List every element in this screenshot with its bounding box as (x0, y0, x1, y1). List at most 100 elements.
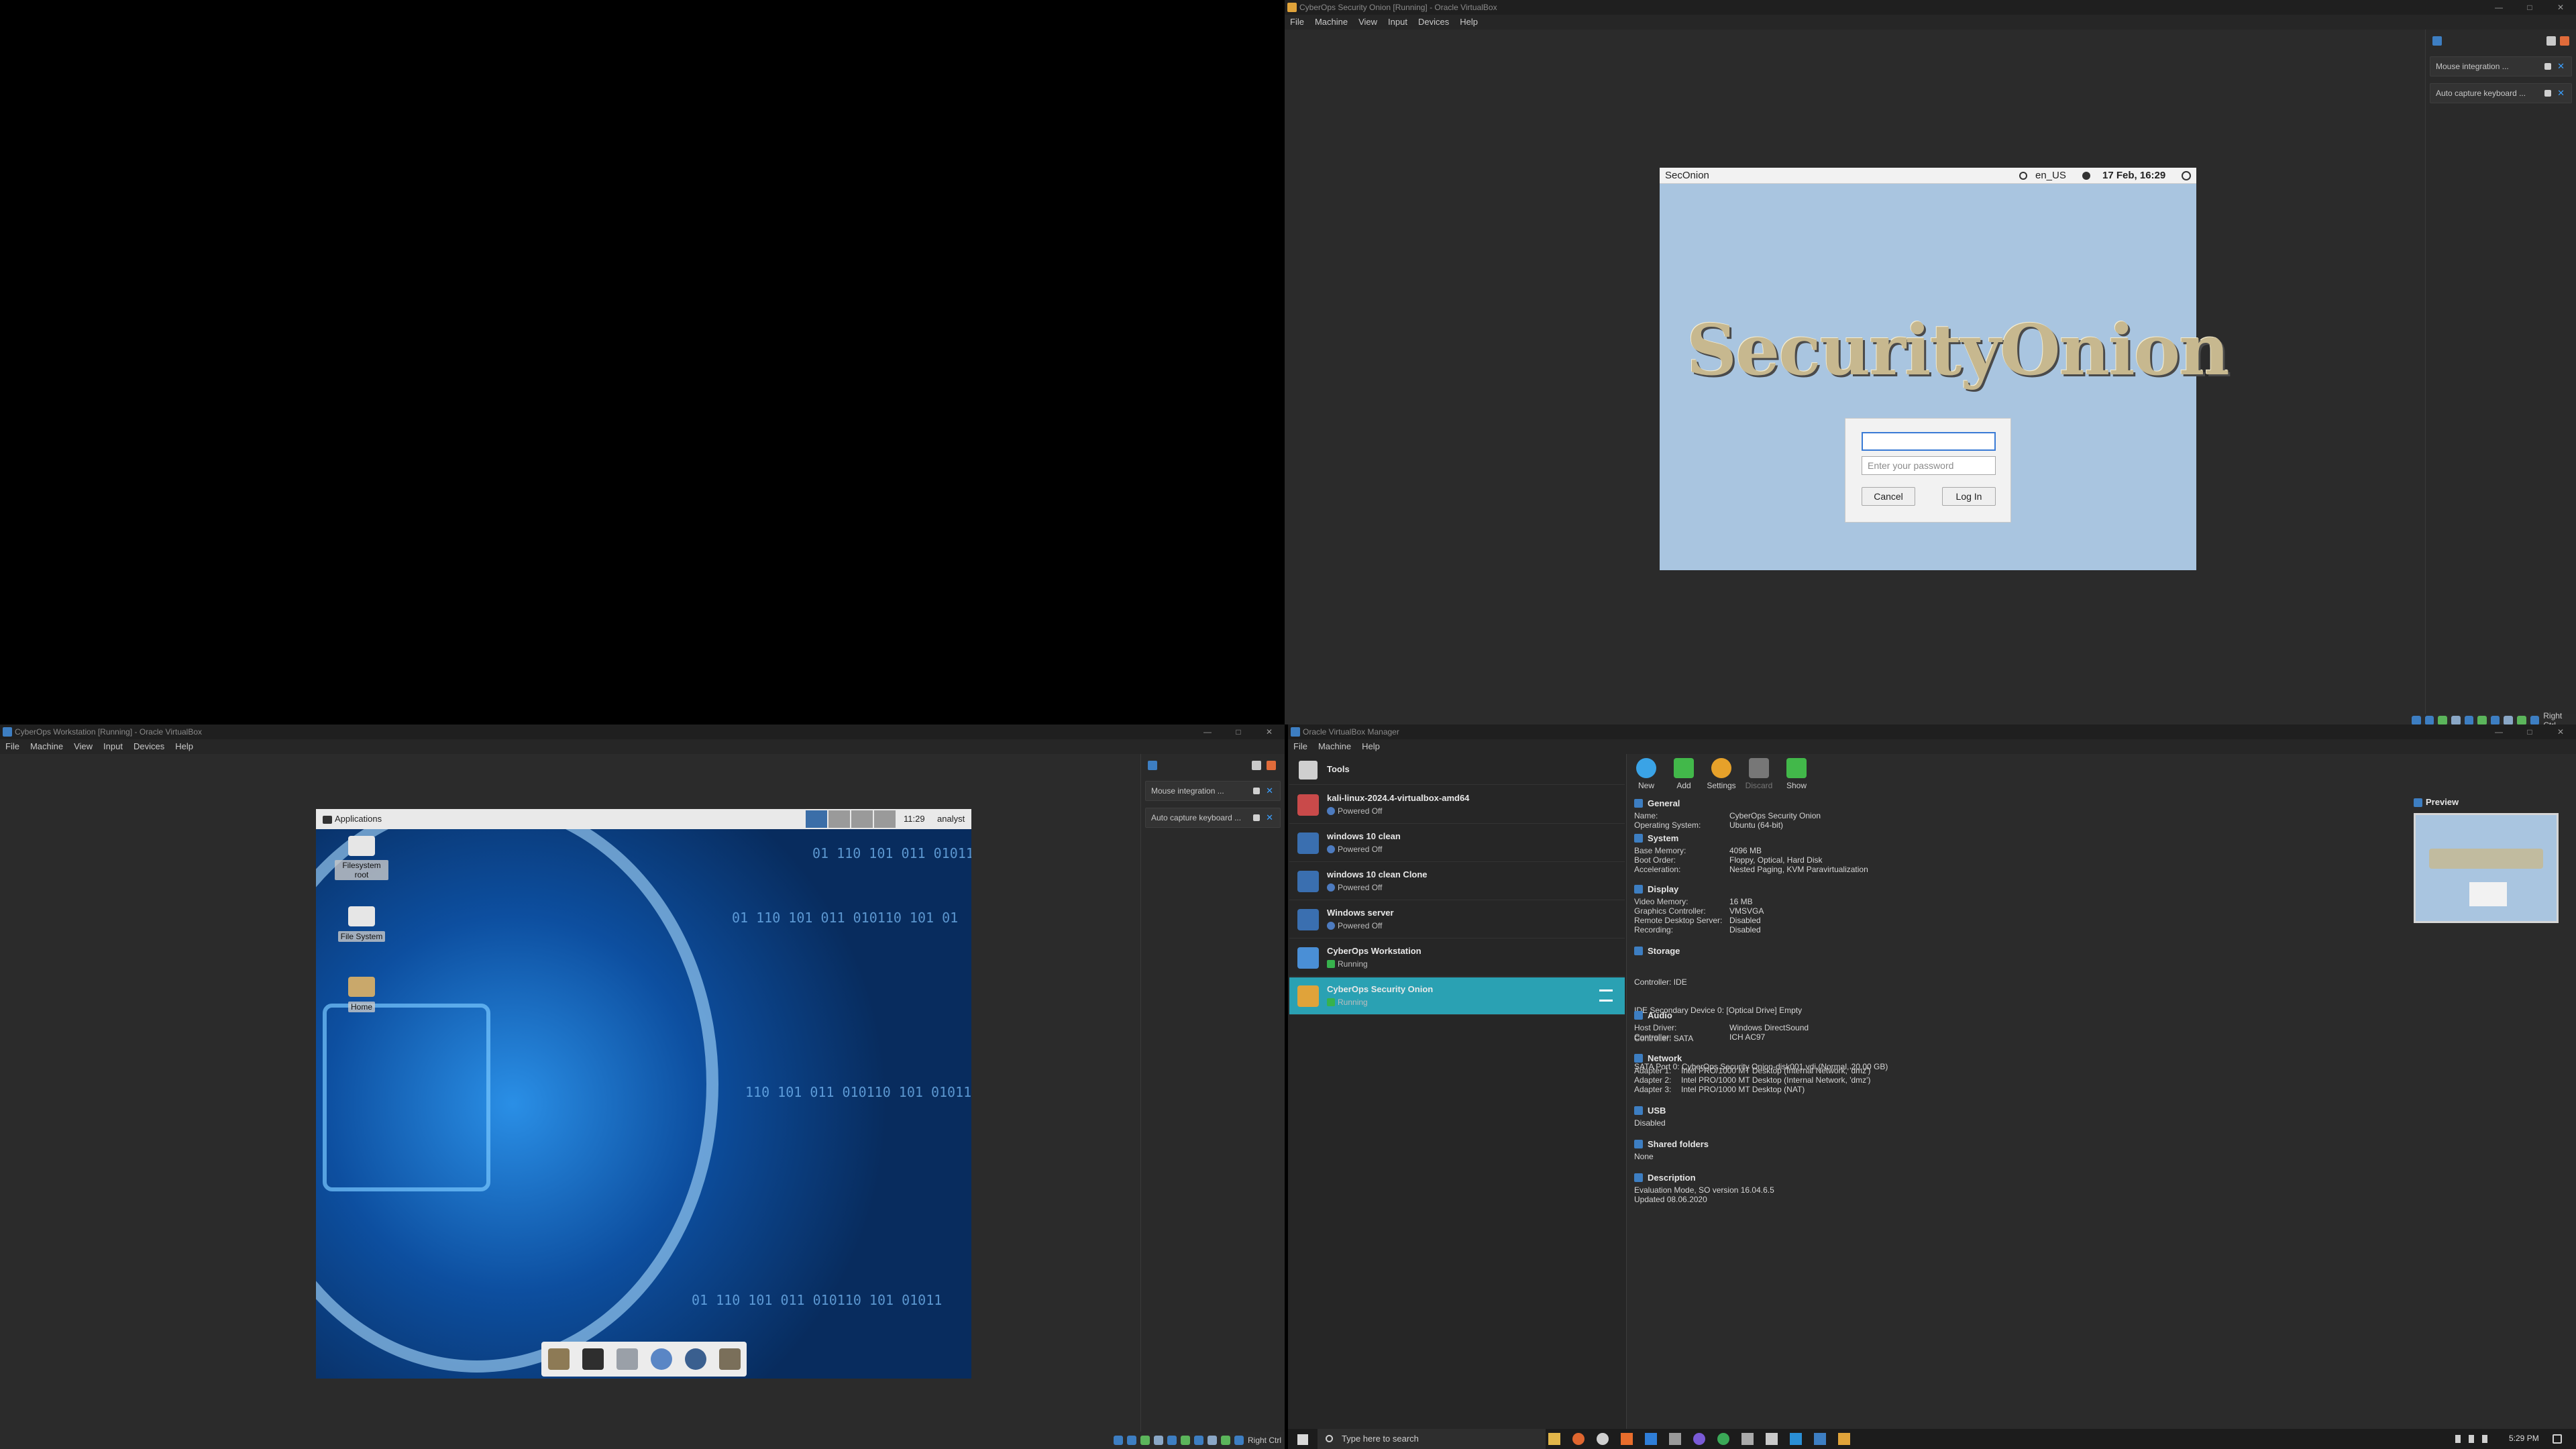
search-box[interactable]: Type here to search (1318, 1429, 1546, 1449)
start-windows-icon[interactable] (1297, 1434, 1308, 1445)
storage-header[interactable]: Storage (1634, 946, 1888, 956)
discard-button[interactable]: Discard (1741, 754, 1776, 797)
new-button[interactable]: New (1629, 754, 1664, 797)
optical-drive-icon[interactable] (1127, 1436, 1136, 1445)
vm-item-cyberops-workstation[interactable]: CyberOps Workstation Running (1289, 939, 1625, 977)
display-header[interactable]: Display (1634, 884, 1764, 894)
panel-settings-icon[interactable] (1267, 761, 1276, 770)
pin-icon[interactable] (1253, 814, 1260, 821)
close-icon[interactable]: ✕ (2557, 61, 2565, 72)
tools-item[interactable]: Tools (1289, 754, 1625, 785)
desktop-icon-file-system[interactable]: File System (335, 906, 388, 943)
vm-item-windows-10-clean[interactable]: windows 10 clean Powered Off (1289, 824, 1625, 862)
auto-capture-keyboard-item[interactable]: Auto capture keyboard ... ✕ (1145, 808, 1281, 828)
display-icon[interactable] (1194, 1436, 1203, 1445)
vm-menu-icon[interactable] (1599, 989, 1613, 1002)
so-guest-screen[interactable]: SecOnion en_US 17 Feb, 16:29 SecurityOni… (1660, 168, 2230, 570)
vm-item-kali[interactable]: kali-linux-2024.4-virtualbox-amd64 Power… (1289, 786, 1625, 824)
app-icon[interactable] (1645, 1433, 1657, 1445)
cancel-button[interactable]: Cancel (1862, 487, 1915, 506)
firefox-icon[interactable] (1572, 1433, 1585, 1445)
app-icon[interactable] (1838, 1433, 1850, 1445)
show-button[interactable]: Show (1779, 754, 1814, 797)
folder-icon[interactable] (718, 1348, 741, 1370)
taskbar-clock[interactable]: 5:29 PM (2509, 1434, 2539, 1443)
app-icon[interactable] (1693, 1433, 1705, 1445)
close-icon[interactable]: ✕ (2545, 0, 2576, 15)
pin-icon[interactable] (2544, 63, 2551, 70)
chrome-icon[interactable] (1597, 1433, 1609, 1445)
settings-button[interactable]: Settings (1704, 754, 1739, 797)
app-icon[interactable] (1741, 1433, 1754, 1445)
cpu-icon[interactable] (2517, 716, 2526, 724)
hard-disk-icon[interactable] (2412, 716, 2421, 724)
file-explorer-icon[interactable] (1548, 1433, 1560, 1445)
recording-icon[interactable] (2504, 716, 2513, 724)
terminal-icon[interactable] (582, 1348, 604, 1370)
panel-menu-icon[interactable] (1148, 761, 1157, 770)
close-icon[interactable]: ✕ (1266, 812, 1273, 823)
mouse-integration-item[interactable]: Mouse integration ... ✕ (1145, 781, 1281, 801)
menu-help[interactable]: Help (175, 739, 193, 754)
close-icon[interactable]: ✕ (2557, 88, 2565, 99)
menu-file[interactable]: File (1290, 15, 1304, 30)
minimize-icon[interactable]: — (2483, 724, 2514, 739)
hard-disk-icon[interactable] (1114, 1436, 1123, 1445)
panel-menu-icon[interactable] (2432, 36, 2442, 46)
workspace-3[interactable] (851, 810, 873, 828)
volume-icon[interactable] (2082, 172, 2090, 180)
locale-indicator[interactable]: en_US (2035, 168, 2066, 184)
menu-devices[interactable]: Devices (133, 739, 164, 754)
add-button[interactable]: Add (1666, 754, 1701, 797)
network-icon[interactable] (1154, 1436, 1163, 1445)
menu-file[interactable]: File (1293, 739, 1307, 754)
menu-file[interactable]: File (5, 739, 19, 754)
mouse-icon[interactable] (2530, 716, 2540, 724)
ws-guest-screen[interactable]: 01 110 101 011 010110 01 110 101 011 010… (316, 809, 971, 1379)
vm-item-windows-server[interactable]: Windows server Powered Off (1289, 901, 1625, 938)
audio-icon[interactable] (1140, 1436, 1150, 1445)
minimize-icon[interactable]: — (2483, 0, 2514, 15)
password-field[interactable]: Enter your password (1862, 456, 1996, 475)
recording-icon[interactable] (1208, 1436, 1217, 1445)
app-icon[interactable] (1621, 1433, 1633, 1445)
shared-folders-header[interactable]: Shared folders (1634, 1139, 1709, 1149)
desktop-icon-filesystem-root[interactable]: Filesystem root (335, 836, 388, 881)
vm-item-windows-10-clean-clone[interactable]: windows 10 clean Clone Powered Off (1289, 863, 1625, 900)
vm-item-cyberops-security-onion[interactable]: CyberOps Security Onion Running (1289, 977, 1625, 1015)
menu-help[interactable]: Help (1460, 15, 1478, 30)
user-label[interactable]: analyst (937, 809, 965, 829)
mouse-icon[interactable] (1234, 1436, 1244, 1445)
menu-input[interactable]: Input (103, 739, 123, 754)
menu-view[interactable]: View (1358, 15, 1377, 30)
maximize-icon[interactable]: □ (1223, 724, 1254, 739)
workspace-2[interactable] (828, 810, 850, 828)
username-field[interactable] (1862, 432, 1996, 451)
usb-icon[interactable] (2464, 716, 2474, 724)
shared-folder-icon[interactable] (1181, 1436, 1190, 1445)
clock[interactable]: 11:29 (904, 809, 925, 829)
ws-window-titlebar[interactable]: CyberOps Workstation [Running] - Oracle … (0, 724, 1285, 739)
maximize-icon[interactable]: □ (2514, 724, 2545, 739)
app-icon[interactable] (1766, 1433, 1778, 1445)
audio-icon[interactable] (2438, 716, 2447, 724)
description-header[interactable]: Description (1634, 1173, 1774, 1183)
pin-icon[interactable] (2544, 90, 2551, 97)
pin-icon[interactable] (1253, 788, 1260, 794)
maximize-icon[interactable]: □ (2514, 0, 2545, 15)
menu-view[interactable]: View (74, 739, 93, 754)
cpu-icon[interactable] (1221, 1436, 1230, 1445)
workspace-1[interactable] (806, 810, 827, 828)
workspace-4[interactable] (874, 810, 896, 828)
virtualbox-taskbar-icon[interactable] (1814, 1433, 1826, 1445)
file-manager-icon[interactable] (616, 1348, 638, 1370)
panel-list-icon[interactable] (2546, 36, 2556, 46)
close-icon[interactable]: ✕ (2545, 724, 2576, 739)
panel-settings-icon[interactable] (2560, 36, 2569, 46)
power-icon[interactable] (2182, 171, 2191, 180)
app-icon[interactable] (1790, 1433, 1802, 1445)
mouse-integration-item[interactable]: Mouse integration ... ✕ (2430, 56, 2572, 76)
optical-drive-icon[interactable] (2424, 716, 2434, 724)
panel-list-icon[interactable] (1252, 761, 1261, 770)
accessibility-icon[interactable] (2019, 172, 2027, 180)
